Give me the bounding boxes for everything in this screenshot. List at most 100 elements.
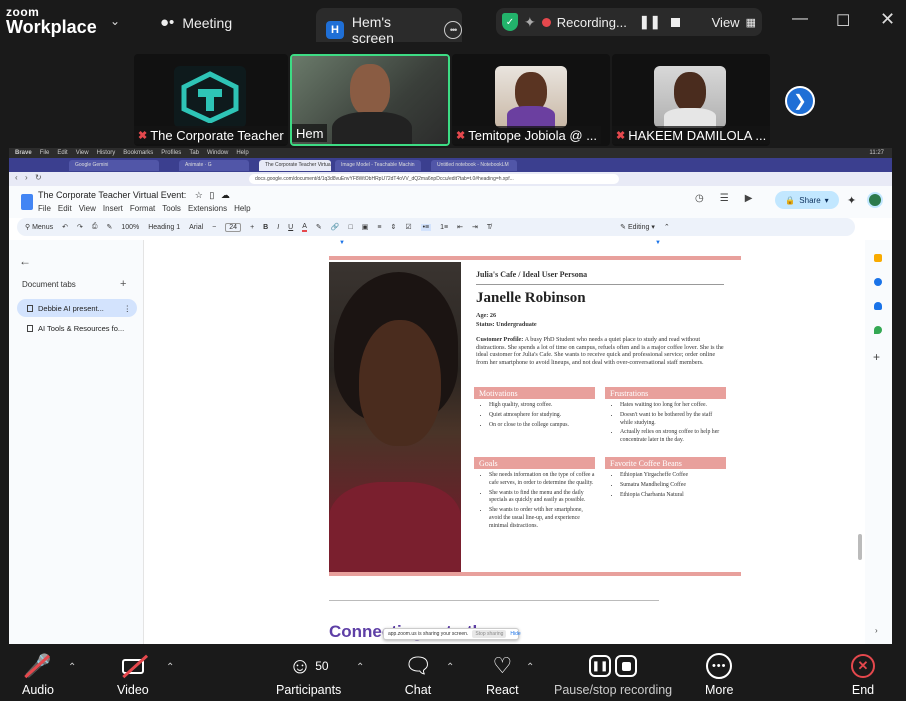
menus-search[interactable]: ⚲ Menus	[25, 223, 53, 231]
audio-options-chevron-up-icon[interactable]: ⌃	[68, 662, 76, 673]
redo-icon[interactable]: ↷	[77, 223, 83, 231]
back-icon[interactable]: ‹	[15, 173, 18, 182]
participant-tile-temitope[interactable]: ✖ Temitope Jobiola @ ...	[452, 54, 610, 146]
meet-camera-icon[interactable]: ▶	[745, 193, 753, 204]
print-icon[interactable]: ⎙	[92, 223, 98, 231]
paint-format-icon[interactable]: ✎	[106, 223, 112, 231]
font-size-decrease-icon[interactable]: −	[212, 224, 216, 231]
participant-name-label: ✖ The Corporate Teacher	[134, 126, 288, 144]
back-arrow-icon[interactable]: ←	[19, 254, 31, 268]
italic-icon[interactable]: I	[277, 224, 279, 231]
browser-tab[interactable]: Google Gemini	[69, 160, 159, 171]
collapse-toolbar-icon[interactable]: ⌃	[664, 223, 670, 231]
participant-tile-corporate-teacher[interactable]: ✖ The Corporate Teacher	[134, 54, 288, 146]
react-options-chevron-up-icon[interactable]: ⌃	[526, 662, 534, 673]
cloud-saved-icon[interactable]: ☁	[221, 190, 230, 200]
document-tab-item[interactable]: Debbie AI present... ⋮	[17, 299, 137, 317]
expand-panel-chevron-right-icon[interactable]: ›	[875, 626, 878, 635]
video-options-chevron-up-icon[interactable]: ⌃	[166, 662, 174, 673]
divider	[476, 284, 724, 285]
editing-mode-select[interactable]: ✎ Editing ▾	[620, 223, 655, 231]
star-icon[interactable]: ☆	[195, 190, 203, 200]
indent-decrease-icon[interactable]: ⇤	[457, 223, 463, 231]
indent-increase-icon[interactable]: ⇥	[472, 223, 478, 231]
font-select[interactable]: Arial	[189, 224, 203, 231]
tab-options-icon[interactable]: ⋮	[124, 304, 132, 313]
document-tab-icon	[27, 324, 33, 332]
ai-sparkle-icon[interactable]: ✦	[524, 14, 536, 31]
maps-icon[interactable]	[874, 326, 882, 334]
stop-recording-icon[interactable]	[670, 17, 680, 27]
react-button[interactable]: ♡ React	[486, 652, 519, 697]
chat-button[interactable]: 🗨 Chat	[404, 652, 432, 697]
bold-icon[interactable]: B	[263, 224, 268, 231]
contacts-icon[interactable]	[874, 302, 882, 310]
share-button[interactable]: 🔒 Share ▾	[775, 191, 839, 209]
more-button[interactable]: ••• More	[705, 652, 733, 697]
more-options-icon[interactable]: •••	[444, 21, 462, 39]
chat-options-chevron-up-icon[interactable]: ⌃	[446, 662, 454, 673]
numbered-list-icon[interactable]: 1≡	[440, 224, 448, 231]
audio-button[interactable]: 🎤 Audio	[22, 652, 54, 697]
participant-tile-hem[interactable]: Hem	[290, 54, 450, 146]
zoom-select[interactable]: 100%	[121, 224, 139, 231]
maximize-icon[interactable]: ☐	[836, 11, 850, 31]
align-icon[interactable]: ≡	[377, 224, 381, 231]
tasks-icon[interactable]	[874, 278, 882, 286]
persona-breadcrumb: Julia's Cafe / Ideal User Persona	[476, 270, 588, 279]
doc-title[interactable]: The Corporate Teacher Virtual Event: ☆ ▯…	[38, 190, 230, 201]
font-size-increase-icon[interactable]: +	[250, 224, 254, 231]
line-spacing-icon[interactable]: ⇕	[390, 223, 396, 231]
browser-tab-active[interactable]: The Corporate Teacher Virtua	[259, 160, 331, 171]
persona-photo[interactable]	[329, 262, 461, 572]
history-icon[interactable]: ◷	[695, 193, 704, 204]
minimize-icon[interactable]: —	[792, 10, 808, 28]
view-button[interactable]: View ▦	[712, 15, 756, 30]
close-icon[interactable]: ✕	[880, 9, 895, 30]
font-size-field[interactable]: 24	[225, 222, 242, 232]
gemini-sparkle-icon[interactable]: ✦	[847, 194, 856, 207]
scrollbar-thumb[interactable]	[858, 534, 862, 560]
hide-notice-link[interactable]: Hide	[510, 631, 520, 637]
highlight-icon[interactable]: ✎	[316, 223, 322, 231]
security-shield-icon[interactable]: ✓	[502, 13, 518, 31]
screen-tab[interactable]: H Hem's screen •••	[316, 8, 462, 46]
document-tab-item[interactable]: AI Tools & Resources fo...	[17, 319, 137, 337]
add-tab-icon[interactable]: +	[120, 278, 126, 290]
avatar[interactable]	[867, 192, 883, 208]
browser-tab[interactable]: Untitled notebook - NotebookLM	[431, 160, 517, 171]
move-folder-icon[interactable]: ▯	[209, 190, 214, 200]
undo-icon[interactable]: ↶	[62, 223, 68, 231]
stop-sharing-button[interactable]: Stop sharing	[472, 630, 507, 638]
meeting-tab[interactable]: ●• Meeting	[160, 14, 232, 31]
clear-formatting-icon[interactable]: T̸	[487, 224, 491, 231]
text-color-icon[interactable]: A	[302, 223, 307, 232]
ruler-left-marker-icon[interactable]: ▼	[339, 240, 349, 246]
browser-tab[interactable]: Image Model - Teachable Machin	[335, 160, 421, 171]
next-page-chevron-right-icon[interactable]: ❯	[785, 86, 815, 116]
participant-tile-hakeem[interactable]: ✖ HAKEEM DAMILOLA ...	[612, 54, 770, 146]
pause-stop-recording-button[interactable]: ❚❚ Pause/stop recording	[554, 652, 672, 697]
video-button[interactable]: Video	[117, 652, 149, 697]
comments-icon[interactable]: ☰	[720, 193, 729, 204]
pause-recording-icon[interactable]: ❚❚	[639, 14, 661, 30]
browser-tab[interactable]: Animate · G	[179, 160, 249, 171]
ruler-right-marker-icon[interactable]: ▼	[655, 240, 665, 246]
end-meeting-button[interactable]: ✕ End	[851, 652, 875, 697]
bulleted-list-icon[interactable]: •≡	[420, 223, 432, 231]
style-select[interactable]: Heading 1	[148, 224, 180, 231]
underline-icon[interactable]: U	[288, 224, 293, 231]
forward-icon[interactable]: ›	[25, 173, 28, 182]
participants-options-chevron-up-icon[interactable]: ⌃	[356, 662, 364, 673]
docs-icon[interactable]	[21, 194, 33, 210]
workplace-chevron-down-icon[interactable]: ⌄	[110, 14, 120, 28]
participants-button[interactable]: ☺ 50 Participants	[276, 652, 341, 697]
keep-icon[interactable]	[874, 254, 882, 262]
link-icon[interactable]: 🔗	[331, 223, 340, 231]
checklist-icon[interactable]: ☑	[405, 223, 411, 231]
url-field[interactable]: docs.google.com/document/d/1q3d8vuEnvYF8…	[249, 174, 619, 184]
add-addon-icon[interactable]: +	[873, 350, 880, 364]
image-icon[interactable]: ▣	[362, 223, 369, 231]
comment-icon[interactable]: □	[349, 224, 353, 231]
reload-icon[interactable]: ↻	[35, 173, 42, 182]
